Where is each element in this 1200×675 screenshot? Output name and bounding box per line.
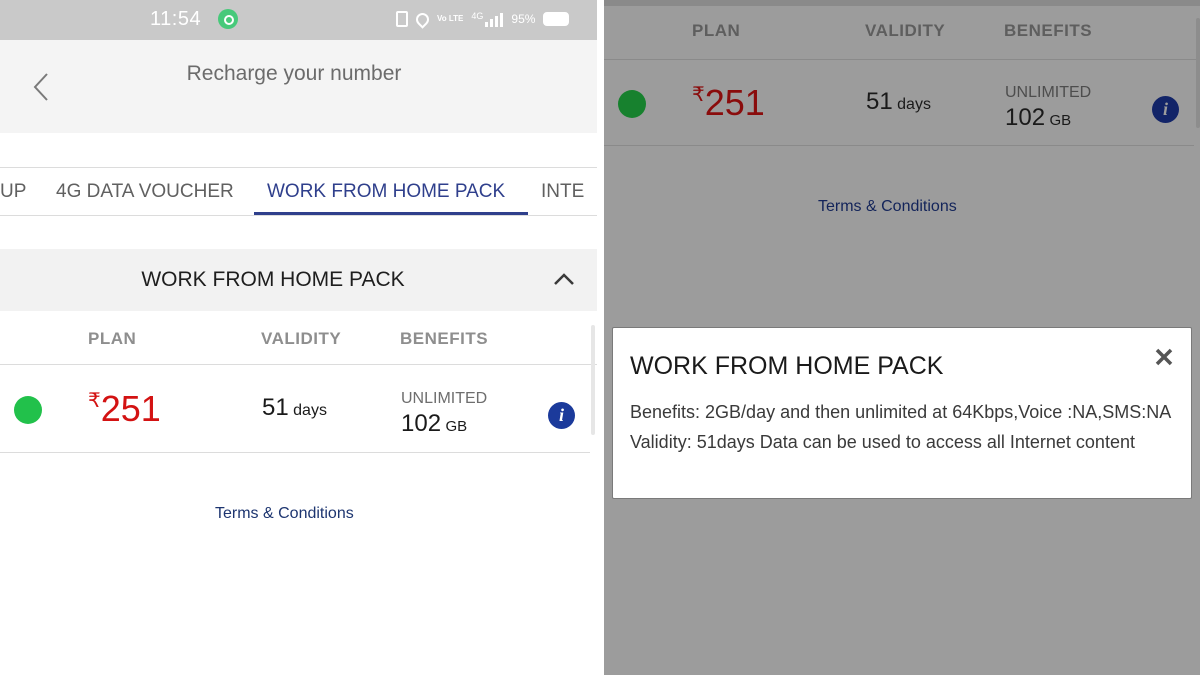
page-title: Recharge your number [186, 62, 402, 85]
benefit-value: 102 GB [401, 410, 467, 438]
plan-price: ₹251 [692, 82, 765, 124]
validity-unit: days [897, 96, 931, 113]
location-icon [413, 9, 432, 29]
app-bar: Recharge your number [0, 40, 597, 133]
column-header-benefits: BENEFITS [1004, 21, 1093, 40]
benefit-unit: GB [445, 418, 468, 435]
tab-inte[interactable]: INTE [541, 181, 584, 203]
currency-symbol: ₹ [88, 390, 101, 412]
info-icon: i [1152, 96, 1179, 123]
status-bar: 11:54 Vo LTE 4G 95% [0, 0, 597, 40]
plan-validity: 51 days [866, 88, 931, 116]
benefit-label: UNLIMITED [1005, 84, 1092, 101]
close-icon[interactable] [1154, 347, 1174, 367]
plan-validity: 51 days [262, 394, 327, 422]
scrollbar[interactable] [591, 325, 595, 435]
active-tab-indicator [254, 212, 528, 215]
section-title: WORK FROM HOME PACK [141, 268, 405, 291]
scrollbar [1196, 18, 1200, 128]
price-amount: 251 [704, 82, 765, 123]
status-time: 11:54 [150, 8, 202, 30]
screen-divider [597, 0, 604, 675]
terms-link: Terms & Conditions [818, 198, 957, 215]
benefit-amount: 102 [1005, 104, 1046, 131]
signal-icon: 4G [471, 11, 504, 27]
dimmed-plan-row: ₹251 51 days UNLIMITED 102 GB i [604, 60, 1194, 146]
column-header-validity: VALIDITY [865, 21, 946, 40]
plan-row[interactable]: ₹251 51 days UNLIMITED 102 GB i [0, 366, 590, 453]
price-amount: 251 [100, 388, 161, 429]
currency-symbol: ₹ [692, 84, 705, 106]
plan-status-dot [618, 90, 646, 118]
plan-category-tabs: UP 4G DATA VOUCHER WORK FROM HOME PACK I… [0, 167, 597, 216]
terms-link[interactable]: Terms & Conditions [215, 505, 354, 523]
column-header-plan: PLAN [692, 21, 741, 40]
right-screen: PLAN VALIDITY BENEFITS ₹251 51 days UNLI… [604, 0, 1200, 675]
column-header-plan: PLAN [88, 329, 137, 348]
validity-value: 51 [262, 394, 289, 421]
validity-unit: days [293, 402, 327, 419]
network-type-label: 4G [471, 11, 484, 21]
benefit-value: 102 GB [1005, 104, 1071, 132]
tab-work-from-home-pack[interactable]: WORK FROM HOME PACK [267, 181, 505, 203]
info-icon[interactable]: i [548, 402, 575, 429]
app-notification-icon [218, 9, 238, 29]
column-header-validity: VALIDITY [261, 329, 342, 348]
dialog-title: WORK FROM HOME PACK [630, 352, 944, 380]
battery-icon [543, 12, 570, 26]
chevron-up-icon[interactable] [553, 272, 575, 286]
section-header[interactable]: WORK FROM HOME PACK [0, 249, 597, 311]
status-icons: Vo LTE 4G 95% [396, 9, 570, 29]
plan-status-dot [14, 396, 42, 424]
battery-percent: 95% [511, 12, 536, 26]
tab-up[interactable]: UP [0, 181, 26, 203]
benefit-amount: 102 [401, 410, 442, 437]
column-header-benefits: BENEFITS [400, 329, 489, 348]
left-screen: 11:54 Vo LTE 4G 95% Recharge your number… [0, 0, 597, 675]
plan-price: ₹251 [88, 388, 161, 430]
benefit-label: UNLIMITED [401, 390, 488, 407]
volte-icon: Vo LTE [437, 14, 464, 23]
plan-details-dialog: WORK FROM HOME PACK Benefits: 2GB/day an… [612, 327, 1192, 499]
validity-value: 51 [866, 88, 893, 115]
plan-table-header: PLAN VALIDITY BENEFITS [0, 311, 597, 365]
vibrate-icon [396, 11, 408, 27]
dialog-body: Benefits: 2GB/day and then unlimited at … [630, 402, 1171, 452]
tab-4g-data-voucher[interactable]: 4G DATA VOUCHER [56, 181, 234, 203]
dimmed-table-header: PLAN VALIDITY BENEFITS [604, 6, 1200, 60]
benefit-unit: GB [1049, 112, 1072, 129]
